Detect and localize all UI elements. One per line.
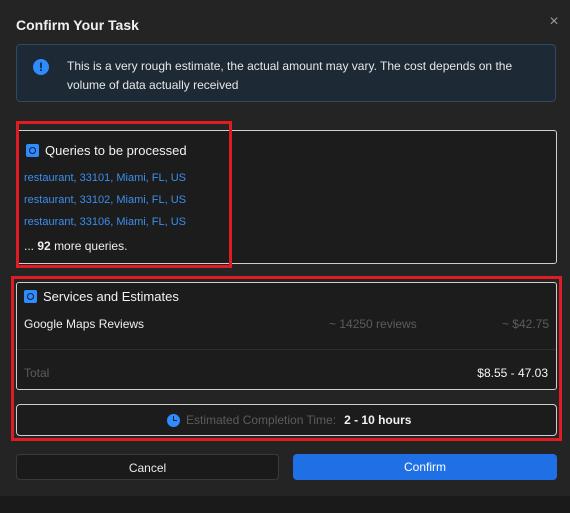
query-item[interactable]: restaurant, 33102, Miami, FL, US: [24, 194, 186, 206]
info-icon: !: [33, 59, 49, 75]
eta-value: 2 - 10 hours: [344, 413, 412, 427]
queries-panel: Queries to be processed restaurant, 3310…: [16, 130, 557, 264]
divider: [17, 349, 556, 350]
close-icon[interactable]: ×: [546, 14, 562, 30]
more-queries-text: ... 92 more queries.: [24, 239, 127, 253]
eta-panel: Estimated Completion Time: 2 - 10 hours: [16, 404, 557, 436]
info-banner: ! This is a very rough estimate, the act…: [16, 44, 556, 102]
estimate-icon: [24, 290, 37, 303]
cancel-button[interactable]: Cancel: [16, 454, 279, 480]
total-label: Total: [24, 366, 50, 380]
queries-heading: Queries to be processed: [45, 143, 187, 158]
more-prefix: ...: [24, 239, 35, 253]
service-reviews: ~ 14250 reviews: [329, 317, 417, 331]
dialog-title: Confirm Your Task: [16, 17, 139, 33]
more-count: 92: [37, 239, 51, 253]
services-heading: Services and Estimates: [43, 289, 179, 304]
services-header: Services and Estimates: [24, 289, 179, 304]
more-suffix: more queries.: [54, 239, 128, 253]
query-item[interactable]: restaurant, 33101, Miami, FL, US: [24, 172, 186, 184]
confirm-task-dialog: Confirm Your Task × ! This is a very rou…: [0, 0, 570, 513]
queries-header: Queries to be processed: [26, 143, 187, 158]
service-cost: ~ $42.75: [501, 317, 549, 331]
info-text: This is a very rough estimate, the actua…: [67, 59, 513, 92]
query-item[interactable]: restaurant, 33106, Miami, FL, US: [24, 216, 186, 228]
services-panel: Services and Estimates Google Maps Revie…: [16, 282, 557, 390]
service-name: Google Maps Reviews: [24, 317, 145, 331]
total-value: $8.55 - 47.03: [477, 366, 548, 380]
eta-label: Estimated Completion Time:: [186, 413, 337, 427]
eta-content: Estimated Completion Time: 2 - 10 hours: [167, 413, 411, 427]
bottom-strip: [0, 496, 570, 513]
service-row: Google Maps Reviews ~ 14250 reviews ~ $4…: [24, 317, 549, 333]
confirm-button[interactable]: Confirm: [293, 454, 557, 480]
search-list-icon: [26, 144, 39, 157]
clock-icon: [167, 413, 180, 427]
